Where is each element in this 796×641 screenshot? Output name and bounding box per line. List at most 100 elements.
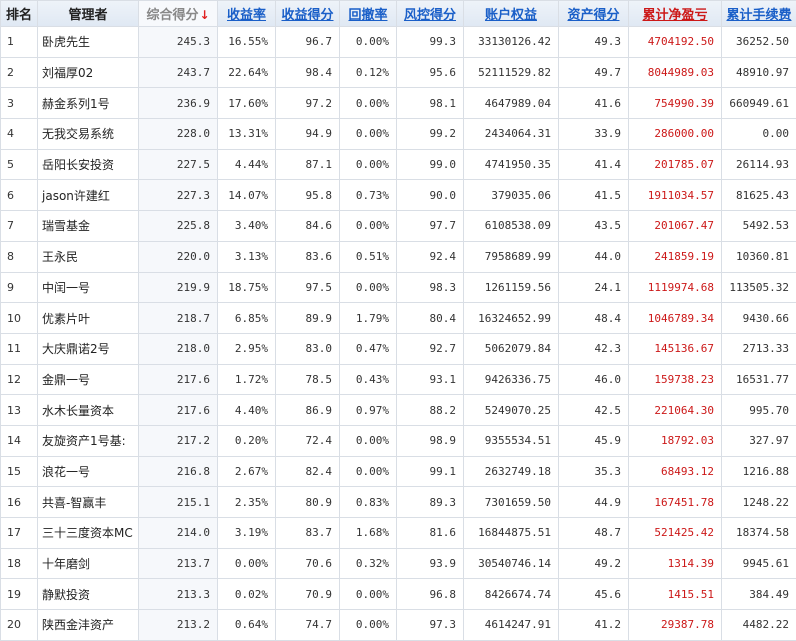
cell-asset-score: 49.2 <box>558 547 629 580</box>
cell-cum-pnl: 145136.67 <box>628 332 722 365</box>
cell-drawdown: 0.00% <box>339 455 397 488</box>
cell-equity: 8426674.74 <box>463 578 559 611</box>
header-rank: 排名 <box>0 0 38 27</box>
cell-manager[interactable]: 陕西金沣资产 <box>37 609 139 641</box>
cell-manager[interactable]: 大庆鼎诺2号 <box>37 332 139 365</box>
cell-risk-score: 90.0 <box>396 179 464 212</box>
header-cum-pnl[interactable]: 累计净盈亏 <box>628 0 722 27</box>
cell-return-score: 78.5 <box>275 363 340 396</box>
table-row: 5 岳阳长安投资 227.5 4.44% 87.1 0.00% 99.0 4741950.35… <box>0 148 796 181</box>
table-row: 10 优素片叶 218.7 6.85% 89.9 1.79% 80.4 16324652.99… <box>0 302 796 334</box>
cell-drawdown: 0.32% <box>339 547 397 580</box>
table-row: 19 静默投资 213.3 0.02% 70.9 0.00% 96.8 8426674.74 4… <box>0 578 796 611</box>
cell-cum-fee: 4482.22 <box>721 609 796 641</box>
cell-cum-pnl: 1911034.57 <box>628 179 722 212</box>
cell-drawdown: 0.00% <box>339 609 397 641</box>
cell-cum-fee: 1248.22 <box>721 486 796 518</box>
cell-cum-pnl: 286000.00 <box>628 118 722 150</box>
cell-cum-pnl: 1415.51 <box>628 578 722 611</box>
ranking-table: 排名 管理者 综合得分↓ 收益率 收益得分 回撤率 风控得分 账户权益 资产得分… <box>0 0 796 641</box>
cell-cum-fee: 16531.77 <box>721 363 796 396</box>
cell-manager[interactable]: 静默投资 <box>37 578 139 611</box>
cell-equity: 4741950.35 <box>463 148 559 181</box>
cell-manager[interactable]: 瑞雪基金 <box>37 210 139 242</box>
header-return-score[interactable]: 收益得分 <box>275 0 340 27</box>
header-return-rate[interactable]: 收益率 <box>217 0 276 27</box>
cell-equity: 4614247.91 <box>463 609 559 641</box>
cell-asset-score: 45.6 <box>558 578 629 611</box>
cell-total-score: 219.9 <box>138 271 218 304</box>
cell-cum-fee: 18374.58 <box>721 517 796 549</box>
header-total-score[interactable]: 综合得分↓ <box>138 0 218 27</box>
header-asset-score[interactable]: 资产得分 <box>558 0 629 27</box>
cell-cum-pnl: 8044989.03 <box>628 56 722 89</box>
cell-manager[interactable]: 刘福厚02 <box>37 56 139 89</box>
cell-manager[interactable]: 金鼎一号 <box>37 363 139 396</box>
cell-manager[interactable]: 岳阳长安投资 <box>37 148 139 181</box>
cell-return-score: 95.8 <box>275 179 340 212</box>
cell-rank: 16 <box>0 486 38 518</box>
header-equity[interactable]: 账户权益 <box>463 0 559 27</box>
cell-cum-pnl: 241859.19 <box>628 240 722 273</box>
cell-total-score: 216.8 <box>138 455 218 488</box>
table-row: 14 友旋资产1号基: 217.2 0.20% 72.4 0.00% 98.9 9355534… <box>0 424 796 457</box>
cell-manager[interactable]: 十年磨剑 <box>37 547 139 580</box>
cell-cum-fee: 384.49 <box>721 578 796 611</box>
cell-cum-pnl: 167451.78 <box>628 486 722 518</box>
cell-rank: 14 <box>0 424 38 457</box>
cell-cum-pnl: 29387.78 <box>628 609 722 641</box>
table-row: 6 jason许建红 227.3 14.07% 95.8 0.73% 90.0 379035.… <box>0 179 796 212</box>
cell-drawdown: 0.00% <box>339 578 397 611</box>
table-row: 3 赫金系列1号 236.9 17.60% 97.2 0.00% 98.1 4647989.0… <box>0 87 796 120</box>
cell-total-score: 217.2 <box>138 424 218 457</box>
cell-equity: 7301659.50 <box>463 486 559 518</box>
cell-cum-fee: 5492.53 <box>721 210 796 242</box>
header-cum-fee[interactable]: 累计手续费 <box>721 0 796 27</box>
cell-drawdown: 0.00% <box>339 118 397 150</box>
cell-drawdown: 0.00% <box>339 424 397 457</box>
cell-manager[interactable]: 共喜-智赢丰 <box>37 486 139 518</box>
cell-return-rate: 0.00% <box>217 547 276 580</box>
cell-total-score: 213.7 <box>138 547 218 580</box>
cell-asset-score: 41.2 <box>558 609 629 641</box>
cell-manager[interactable]: 赫金系列1号 <box>37 87 139 120</box>
cell-total-score: 236.9 <box>138 87 218 120</box>
cell-manager[interactable]: 卧虎先生 <box>37 26 139 58</box>
cell-asset-score: 44.0 <box>558 240 629 273</box>
cell-return-rate: 3.40% <box>217 210 276 242</box>
cell-equity: 2434064.31 <box>463 118 559 150</box>
cell-total-score: 228.0 <box>138 118 218 150</box>
table-row: 11 大庆鼎诺2号 218.0 2.95% 83.0 0.47% 92.7 5062079.8… <box>0 332 796 365</box>
cell-manager[interactable]: 王永民 <box>37 240 139 273</box>
cell-rank: 2 <box>0 56 38 89</box>
cell-return-score: 74.7 <box>275 609 340 641</box>
cell-manager[interactable]: jason许建红 <box>37 179 139 212</box>
cell-return-score: 70.6 <box>275 547 340 580</box>
cell-cum-fee: 9945.61 <box>721 547 796 580</box>
cell-risk-score: 89.3 <box>396 486 464 518</box>
cell-total-score: 217.6 <box>138 394 218 426</box>
cell-drawdown: 0.83% <box>339 486 397 518</box>
cell-manager[interactable]: 三十三度资本MC <box>37 517 139 549</box>
cell-return-score: 97.5 <box>275 271 340 304</box>
header-risk-score[interactable]: 风控得分 <box>396 0 464 27</box>
cell-manager[interactable]: 友旋资产1号基: <box>37 424 139 457</box>
cell-manager[interactable]: 中闰一号 <box>37 271 139 304</box>
cell-equity: 7958689.99 <box>463 240 559 273</box>
cell-rank: 11 <box>0 332 38 365</box>
cell-cum-fee: 995.70 <box>721 394 796 426</box>
cell-equity: 4647989.04 <box>463 87 559 120</box>
cell-manager[interactable]: 水木长量资本 <box>37 394 139 426</box>
header-drawdown[interactable]: 回撤率 <box>339 0 397 27</box>
cell-manager[interactable]: 无我交易系统 <box>37 118 139 150</box>
cell-risk-score: 97.7 <box>396 210 464 242</box>
cell-cum-fee: 81625.43 <box>721 179 796 212</box>
cell-manager[interactable]: 浪花一号 <box>37 455 139 488</box>
cell-manager[interactable]: 优素片叶 <box>37 302 139 334</box>
cell-risk-score: 93.1 <box>396 363 464 396</box>
cell-total-score: 227.5 <box>138 148 218 181</box>
cell-return-rate: 16.55% <box>217 26 276 58</box>
cell-return-score: 82.4 <box>275 455 340 488</box>
cell-drawdown: 1.68% <box>339 517 397 549</box>
cell-rank: 19 <box>0 578 38 611</box>
